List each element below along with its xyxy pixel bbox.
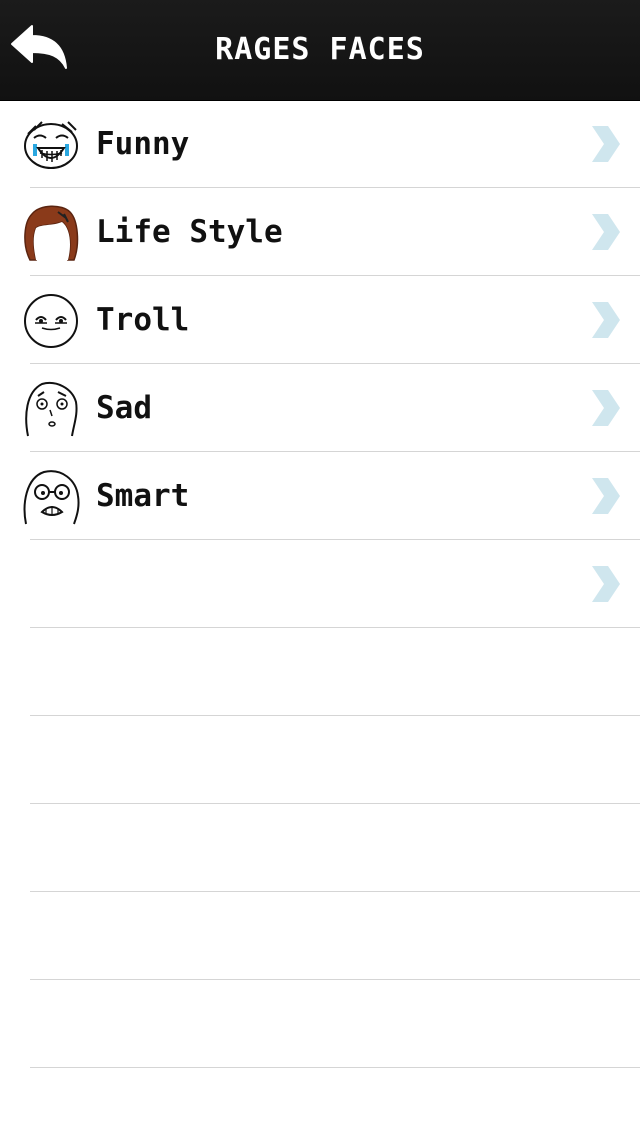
funny-face-icon — [24, 121, 78, 169]
sad-face-icon — [25, 382, 78, 437]
list-item-empty[interactable] — [0, 540, 640, 628]
list-item-label: Smart — [96, 478, 190, 514]
troll-face-icon — [24, 294, 78, 348]
chevron-right-icon — [592, 566, 620, 602]
list-item-blank — [0, 628, 640, 716]
chevron-right-icon — [592, 478, 620, 514]
page-title: RAGES FACES — [215, 32, 425, 67]
list-item-blank — [0, 716, 640, 804]
list-item-blank — [0, 980, 640, 1068]
list-item-blank — [0, 892, 640, 980]
list-item-troll[interactable]: Troll — [0, 276, 640, 364]
list-item-label: Funny — [96, 126, 190, 162]
chevron-right-icon — [592, 302, 620, 338]
list-item-label: Life Style — [96, 214, 283, 250]
row-separator — [30, 1067, 640, 1068]
life-style-face-icon — [24, 205, 79, 261]
list-item-label: Troll — [96, 302, 190, 338]
chevron-right-icon — [592, 214, 620, 250]
list-item-label: Sad — [96, 390, 152, 426]
chevron-right-icon — [592, 390, 620, 426]
list-item-smart[interactable]: Smart — [0, 452, 640, 540]
list-item-sad[interactable]: Sad — [0, 364, 640, 452]
category-list: Funny Life Style Troll Sad Smart — [0, 100, 640, 1068]
smart-face-icon — [23, 470, 80, 525]
chevron-right-icon — [592, 126, 620, 162]
list-item-blank — [0, 804, 640, 892]
list-item-life-style[interactable]: Life Style — [0, 188, 640, 276]
nav-bar: RAGES FACES — [0, 0, 640, 100]
list-item-funny[interactable]: Funny — [0, 100, 640, 188]
